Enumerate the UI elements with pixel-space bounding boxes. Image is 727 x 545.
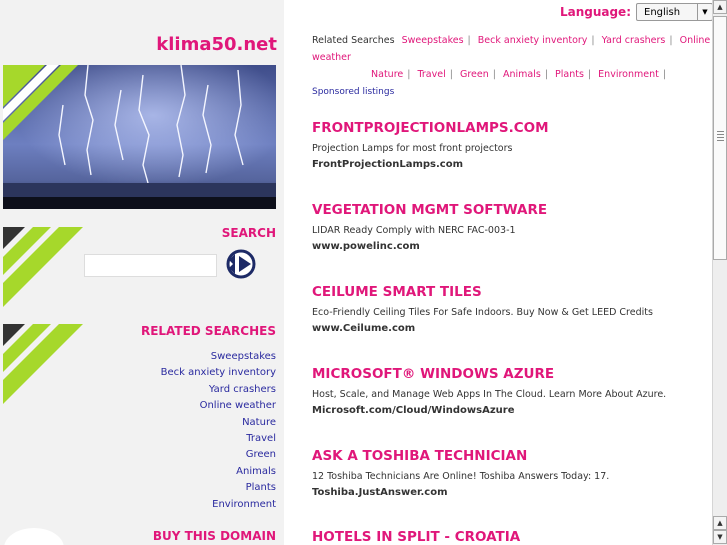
related-bar-link[interactable]: Travel bbox=[417, 69, 445, 80]
ad-title[interactable]: FRONTPROJECTIONLAMPS.COM bbox=[312, 120, 707, 136]
ad-title[interactable]: HOTELS IN SPLIT - CROATIA bbox=[312, 529, 707, 545]
ad-url[interactable]: Toshiba.JustAnswer.com bbox=[312, 486, 707, 499]
buy-domain-title[interactable]: BUY THIS DOMAIN bbox=[153, 529, 276, 543]
hero-lightning-image bbox=[3, 65, 276, 209]
related-searches-title: RELATED SEARCHES bbox=[140, 324, 276, 338]
related-bar-link[interactable]: Environment bbox=[598, 69, 659, 80]
circle-arrow-icon bbox=[226, 249, 256, 279]
ad-listing: MICROSOFT® WINDOWS AZURE Host, Scale, an… bbox=[312, 366, 707, 417]
ad-title[interactable]: VEGETATION MGMT SOFTWARE bbox=[312, 202, 707, 218]
ad-listing: FRONTPROJECTIONLAMPS.COM Projection Lamp… bbox=[312, 120, 707, 171]
ad-listing: ASK A TOSHIBA TECHNICIAN 12 Toshiba Tech… bbox=[312, 448, 707, 499]
related-bar-link[interactable]: Nature bbox=[371, 69, 403, 80]
ad-title[interactable]: CEILUME SMART TILES bbox=[312, 284, 707, 300]
related-link[interactable]: Green bbox=[161, 447, 276, 463]
related-bar-link[interactable]: Sweepstakes bbox=[402, 35, 464, 46]
search-input[interactable] bbox=[84, 254, 217, 277]
related-bar-label: Related Searches bbox=[312, 35, 395, 46]
ad-url[interactable]: www.Ceilume.com bbox=[312, 322, 707, 335]
ad-url[interactable]: www.powelinc.com bbox=[312, 240, 707, 253]
left-panel: klima50.net SEARCH RELATED SEARCHES Swee… bbox=[0, 0, 284, 545]
main-content: Related Searches Sweepstakes | Beck anxie… bbox=[284, 0, 712, 545]
ad-listing: VEGETATION MGMT SOFTWARE LIDAR Ready Com… bbox=[312, 202, 707, 253]
related-bar-link[interactable]: Beck anxiety inventory bbox=[478, 35, 588, 46]
arrow-up-icon[interactable]: ▲ bbox=[713, 516, 727, 530]
sponsored-label: Sponsored listings bbox=[312, 87, 395, 97]
ad-title[interactable]: MICROSOFT® WINDOWS AZURE bbox=[312, 366, 707, 382]
related-link[interactable]: Sweepstakes bbox=[161, 349, 276, 365]
search-go-button[interactable] bbox=[226, 249, 256, 279]
related-link[interactable]: Travel bbox=[161, 431, 276, 447]
related-searches-list: Sweepstakes Beck anxiety inventory Yard … bbox=[161, 349, 276, 513]
ad-title[interactable]: ASK A TOSHIBA TECHNICIAN bbox=[312, 448, 707, 464]
related-link[interactable]: Online weather bbox=[161, 398, 276, 414]
related-bar-link[interactable]: Plants bbox=[555, 69, 584, 80]
site-title: klima50.net bbox=[156, 34, 277, 55]
ad-url[interactable]: Microsoft.com/Cloud/WindowsAzure bbox=[312, 404, 707, 417]
related-bar-link[interactable]: Animals bbox=[503, 69, 541, 80]
scrollbar-thumb[interactable] bbox=[713, 16, 727, 260]
search-title: SEARCH bbox=[221, 226, 276, 240]
related-link[interactable]: Environment bbox=[161, 497, 276, 513]
ad-description: Projection Lamps for most front projecto… bbox=[312, 143, 513, 154]
related-link[interactable]: Yard crashers bbox=[161, 382, 276, 398]
ad-listing: HOTELS IN SPLIT - CROATIA bbox=[312, 529, 707, 545]
decorative-stripe bbox=[3, 324, 83, 404]
ad-description: LIDAR Ready Comply with NERC FAC-003-1 bbox=[312, 225, 516, 236]
related-link[interactable]: Plants bbox=[161, 480, 276, 496]
arrow-down-icon[interactable]: ▼ bbox=[713, 530, 727, 544]
decorative-circle bbox=[4, 528, 64, 545]
related-link[interactable]: Animals bbox=[161, 464, 276, 480]
related-link[interactable]: Beck anxiety inventory bbox=[161, 365, 276, 381]
related-bar-link[interactable]: Green bbox=[460, 69, 489, 80]
decorative-stripe bbox=[3, 227, 83, 307]
related-link[interactable]: Nature bbox=[161, 415, 276, 431]
related-searches-bar: Related Searches Sweepstakes | Beck anxie… bbox=[312, 35, 711, 80]
related-bar-link[interactable]: Yard crashers bbox=[602, 35, 666, 46]
ad-url[interactable]: FrontProjectionLamps.com bbox=[312, 158, 707, 171]
ad-listing: CEILUME SMART TILES Eco-Friendly Ceiling… bbox=[312, 284, 707, 335]
ad-description: Host, Scale, and Manage Web Apps In The … bbox=[312, 389, 667, 400]
ad-description: Eco-Friendly Ceiling Tiles For Safe Indo… bbox=[312, 307, 653, 318]
ad-description: 12 Toshiba Technicians Are Online! Toshi… bbox=[312, 471, 610, 482]
arrow-up-icon[interactable]: ▲ bbox=[713, 0, 727, 14]
vertical-scrollbar[interactable]: ▲ ▲ ▼ bbox=[712, 0, 727, 545]
